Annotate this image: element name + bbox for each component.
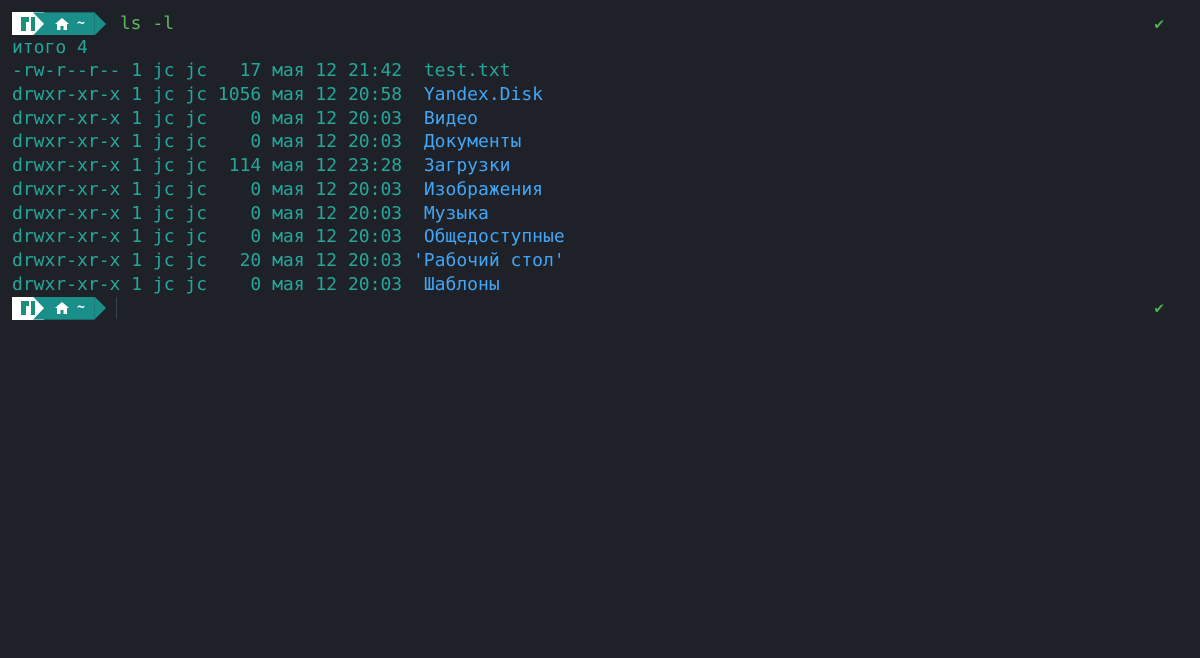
- prompt-line: ~ ls -l ✔: [12, 12, 1188, 36]
- directory-name: Yandex.Disk: [423, 84, 544, 106]
- listing: -rw-r--r-- 1 jc jc 17 мая 12 21:42 test.…: [12, 59, 1188, 296]
- entry-meta: drwxr-xr-x 1 jc jc 0 мая 12 20:03: [12, 131, 424, 153]
- status-check-icon: ✔: [1154, 14, 1164, 33]
- entry-meta: -rw-r--r-- 1 jc jc 17 мая 12 21:42: [12, 60, 424, 82]
- directory-name: Документы: [423, 131, 522, 153]
- directory-name: Видео: [423, 107, 478, 129]
- listing-row: drwxr-xr-x 1 jc jc 0 мая 12 20:03 Видео: [12, 107, 1188, 131]
- prompt-path: ~: [77, 300, 85, 316]
- entry-meta: drwxr-xr-x 1 jc jc 0 мая 12 20:03: [12, 178, 424, 200]
- directory-name: Общедоступные: [423, 226, 565, 248]
- directory-name: Музыка: [423, 202, 489, 224]
- terminal[interactable]: ~ ls -l ✔ итого 4 -rw-r--r-- 1 jc jc 17 …: [12, 12, 1188, 646]
- entry-meta: drwxr-xr-x 1 jc jc 0 мая 12 20:03: [12, 107, 424, 129]
- entry-meta: drwxr-xr-x 1 jc jc 0 мая 12 20:03: [12, 226, 424, 248]
- listing-row: drwxr-xr-x 1 jc jc 0 мая 12 20:03 Изобра…: [12, 178, 1188, 202]
- manjaro-logo-icon: [21, 301, 35, 316]
- home-icon: [55, 302, 69, 315]
- listing-row: drwxr-xr-x 1 jc jc 0 мая 12 20:03 Общедо…: [12, 225, 1188, 249]
- entry-meta: drwxr-xr-x 1 jc jc 1056 мая 12 20:58: [12, 84, 424, 106]
- directory-name: Изображения: [423, 178, 544, 200]
- listing-row: drwxr-xr-x 1 jc jc 0 мая 12 20:03 Музыка: [12, 202, 1188, 226]
- prompt-path-segment: ~: [33, 12, 106, 36]
- directory-name: Загрузки: [423, 155, 511, 177]
- listing-row: drwxr-xr-x 1 jc jc 20 мая 12 20:03 'Рабо…: [12, 249, 1188, 273]
- directory-name: 'Рабочий стол': [412, 249, 565, 271]
- listing-row: drwxr-xr-x 1 jc jc 0 мая 12 20:03 Шаблон…: [12, 273, 1188, 297]
- command-text: ls -l: [119, 13, 175, 34]
- text-cursor[interactable]: [115, 297, 117, 320]
- prompt-line-current: ~ ✔: [12, 296, 1188, 320]
- entry-meta: drwxr-xr-x 1 jc jc 0 мая 12 20:03: [12, 273, 424, 295]
- prompt-path-segment: ~: [33, 296, 106, 320]
- prompt-path: ~: [77, 16, 85, 31]
- listing-row: drwxr-xr-x 1 jc jc 1056 мая 12 20:58 Yan…: [12, 83, 1188, 107]
- entry-meta: drwxr-xr-x 1 jc jc 0 мая 12 20:03: [12, 202, 424, 224]
- total-line: итого 4: [12, 36, 88, 58]
- manjaro-logo-icon: [21, 16, 35, 31]
- status-check-icon: ✔: [1154, 298, 1164, 318]
- home-icon: [55, 17, 69, 30]
- file-name: test.txt: [423, 60, 511, 82]
- directory-name: Шаблоны: [423, 273, 500, 295]
- listing-row: drwxr-xr-x 1 jc jc 0 мая 12 20:03 Докуме…: [12, 130, 1188, 154]
- listing-row: drwxr-xr-x 1 jc jc 114 мая 12 23:28 Загр…: [12, 154, 1188, 178]
- listing-row: -rw-r--r-- 1 jc jc 17 мая 12 21:42 test.…: [12, 59, 1188, 83]
- entry-meta: drwxr-xr-x 1 jc jc 114 мая 12 23:28: [12, 155, 424, 177]
- entry-meta: drwxr-xr-x 1 jc jc 20 мая 12 20:03: [12, 249, 413, 271]
